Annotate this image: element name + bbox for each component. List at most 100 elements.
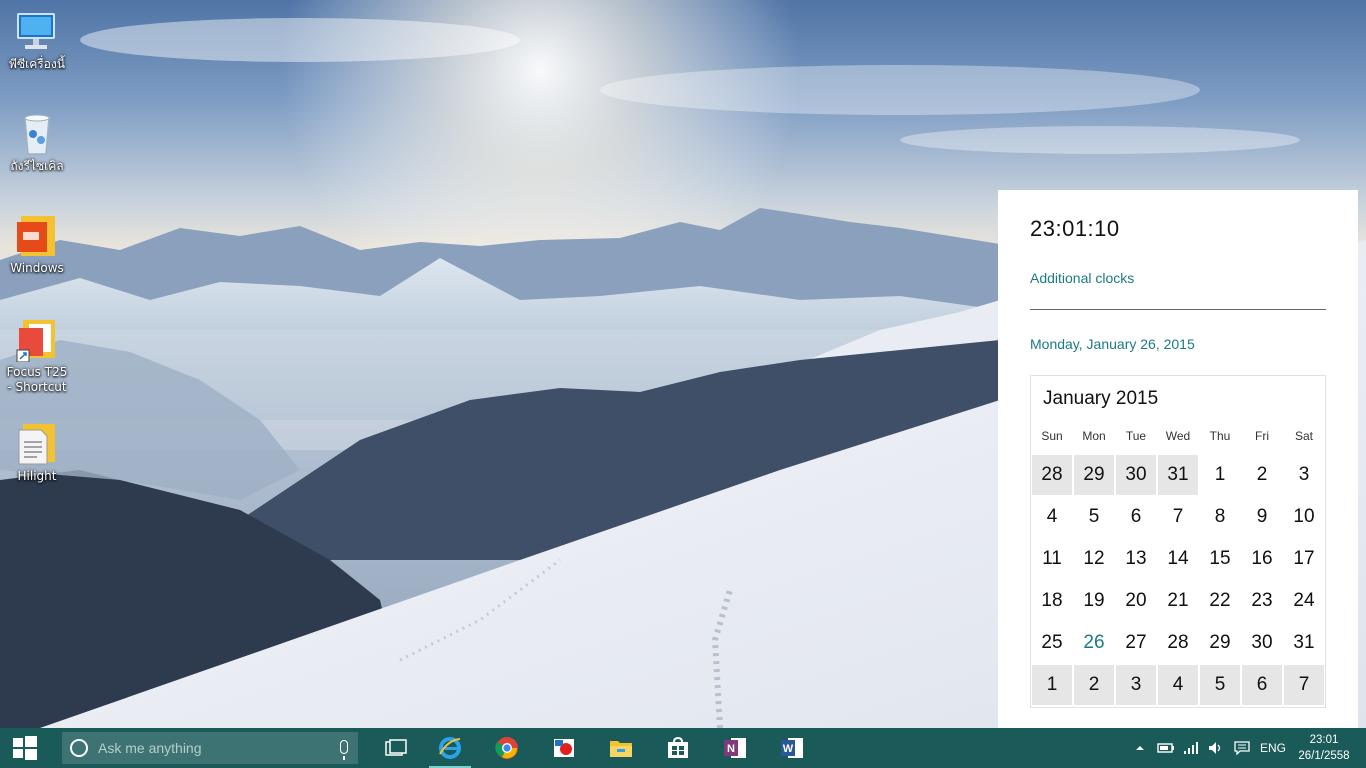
- additional-clocks-link[interactable]: Additional clocks: [1030, 270, 1134, 286]
- signal-icon: [1184, 742, 1198, 754]
- calendar: January 2015 Sun Mon Tue Wed Thu Fri Sat…: [1030, 375, 1326, 708]
- flyout-time: 23:01:10: [1030, 216, 1120, 241]
- calendar-day[interactable]: 8: [1199, 496, 1241, 538]
- calendar-day-grid: 28 29 30 31 1 2 3 4 5 6 7 8 9 10 11 12 13 14 15 16 17 18 19 20 2…: [1031, 454, 1325, 706]
- office-icon: [15, 214, 59, 258]
- weekday-label: Tue: [1125, 429, 1147, 443]
- taskbar-onenote[interactable]: N: [712, 728, 758, 768]
- chevron-up-icon: [1136, 746, 1144, 750]
- calendar-day[interactable]: 15: [1199, 538, 1241, 580]
- photos-icon: [554, 739, 574, 757]
- desktop-icon-focus-t25[interactable]: Focus T25 - Shortcut: [4, 318, 70, 395]
- folder-icon: [610, 741, 632, 757]
- calendar-day[interactable]: 31: [1283, 622, 1325, 664]
- recycle-bin-icon: [15, 112, 59, 156]
- show-hidden-icons[interactable]: [1134, 728, 1146, 768]
- weekday-label: Mon: [1082, 429, 1106, 443]
- calendar-day[interactable]: 14: [1157, 538, 1199, 580]
- calendar-day[interactable]: 13: [1115, 538, 1157, 580]
- calendar-day[interactable]: 10: [1283, 496, 1325, 538]
- document-icon: [15, 422, 59, 466]
- calendar-day[interactable]: 29: [1199, 622, 1241, 664]
- start-button[interactable]: [0, 728, 50, 768]
- calendar-day[interactable]: 16: [1241, 538, 1283, 580]
- calendar-day[interactable]: 2: [1073, 664, 1115, 706]
- word-icon: W: [781, 738, 803, 758]
- tray-network[interactable]: [1183, 728, 1199, 768]
- chrome-icon: [495, 737, 518, 759]
- desktop-icon-windows[interactable]: Windows: [4, 214, 70, 276]
- calendar-day[interactable]: 7: [1283, 664, 1325, 706]
- calendar-day[interactable]: 27: [1115, 622, 1157, 664]
- weekday-label: Fri: [1255, 429, 1269, 443]
- search-input[interactable]: [98, 740, 318, 756]
- calendar-day[interactable]: 4: [1031, 496, 1073, 538]
- cortana-icon: [70, 739, 88, 757]
- svg-text:W: W: [783, 743, 794, 755]
- desktop-icon-recycle-bin[interactable]: ถังรีไซเคิล: [4, 112, 70, 174]
- calendar-day[interactable]: 5: [1073, 496, 1115, 538]
- clock-calendar-flyout: 23:01:10 Additional clocks Monday, Janua…: [998, 190, 1358, 728]
- weekday-label: Wed: [1165, 429, 1191, 443]
- calendar-day[interactable]: 24: [1283, 580, 1325, 622]
- calendar-day[interactable]: 31: [1157, 454, 1199, 496]
- calendar-day[interactable]: 17: [1283, 538, 1325, 580]
- calendar-day[interactable]: 28: [1157, 622, 1199, 664]
- long-date-link[interactable]: Monday, January 26, 2015: [1030, 336, 1195, 352]
- weekday-label: Sun: [1041, 429, 1063, 443]
- calendar-day[interactable]: 9: [1241, 496, 1283, 538]
- calendar-month-title[interactable]: January 2015: [1043, 388, 1158, 410]
- taskbar-internet-explorer[interactable]: [427, 728, 473, 768]
- tray-battery[interactable]: [1157, 728, 1175, 768]
- language-indicator: ENG: [1260, 741, 1287, 755]
- calendar-day[interactable]: 1: [1199, 454, 1241, 496]
- flyout-divider: [1030, 309, 1326, 310]
- calendar-day[interactable]: 7: [1157, 496, 1199, 538]
- calendar-day[interactable]: 3: [1115, 664, 1157, 706]
- calendar-day[interactable]: 4: [1157, 664, 1199, 706]
- tray-action-center[interactable]: [1234, 728, 1250, 768]
- calendar-day[interactable]: 21: [1157, 580, 1199, 622]
- tray-language[interactable]: ENG: [1260, 728, 1286, 768]
- speaker-icon: [1209, 742, 1221, 754]
- calendar-day[interactable]: 29: [1073, 454, 1115, 496]
- calendar-day[interactable]: 11: [1031, 538, 1073, 580]
- taskbar-task-view[interactable]: [373, 728, 419, 768]
- calendar-day[interactable]: 6: [1241, 664, 1283, 706]
- folder-shortcut-icon: [15, 318, 59, 363]
- taskbar-store[interactable]: [655, 728, 701, 768]
- taskbar-file-explorer[interactable]: [598, 728, 644, 768]
- tray-volume[interactable]: [1208, 728, 1224, 768]
- task-view-icon: [385, 739, 407, 756]
- calendar-day[interactable]: 20: [1115, 580, 1157, 622]
- calendar-day[interactable]: 22: [1199, 580, 1241, 622]
- calendar-day[interactable]: 25: [1031, 622, 1073, 664]
- calendar-day-today[interactable]: 26: [1073, 622, 1115, 664]
- calendar-day[interactable]: 30: [1241, 622, 1283, 664]
- battery-icon: [1157, 743, 1174, 753]
- calendar-day[interactable]: 5: [1199, 664, 1241, 706]
- taskbar: N W: [0, 728, 1366, 768]
- windows-logo-icon: [13, 736, 37, 760]
- store-icon: [668, 737, 688, 758]
- calendar-day[interactable]: 19: [1073, 580, 1115, 622]
- calendar-day[interactable]: 30: [1115, 454, 1157, 496]
- desktop-icon-this-pc[interactable]: พีซีเครื่องนี้: [4, 10, 70, 72]
- calendar-day[interactable]: 23: [1241, 580, 1283, 622]
- calendar-day[interactable]: 3: [1283, 454, 1325, 496]
- calendar-day[interactable]: 12: [1073, 538, 1115, 580]
- message-icon: [1234, 741, 1250, 755]
- calendar-day[interactable]: 6: [1115, 496, 1157, 538]
- cortana-search-box[interactable]: [62, 732, 358, 764]
- taskbar-photos[interactable]: [541, 728, 587, 768]
- weekday-label: Sat: [1294, 429, 1313, 443]
- calendar-day[interactable]: 2: [1241, 454, 1283, 496]
- desktop-icon-hilight[interactable]: Hilight: [4, 422, 70, 484]
- microphone-icon[interactable]: [340, 740, 348, 760]
- calendar-day[interactable]: 28: [1031, 454, 1073, 496]
- taskbar-word[interactable]: W: [769, 728, 815, 768]
- calendar-day[interactable]: 1: [1031, 664, 1073, 706]
- taskbar-chrome[interactable]: [484, 728, 530, 768]
- calendar-day[interactable]: 18: [1031, 580, 1073, 622]
- taskbar-clock[interactable]: 23:01 26/1/2558: [1292, 732, 1356, 764]
